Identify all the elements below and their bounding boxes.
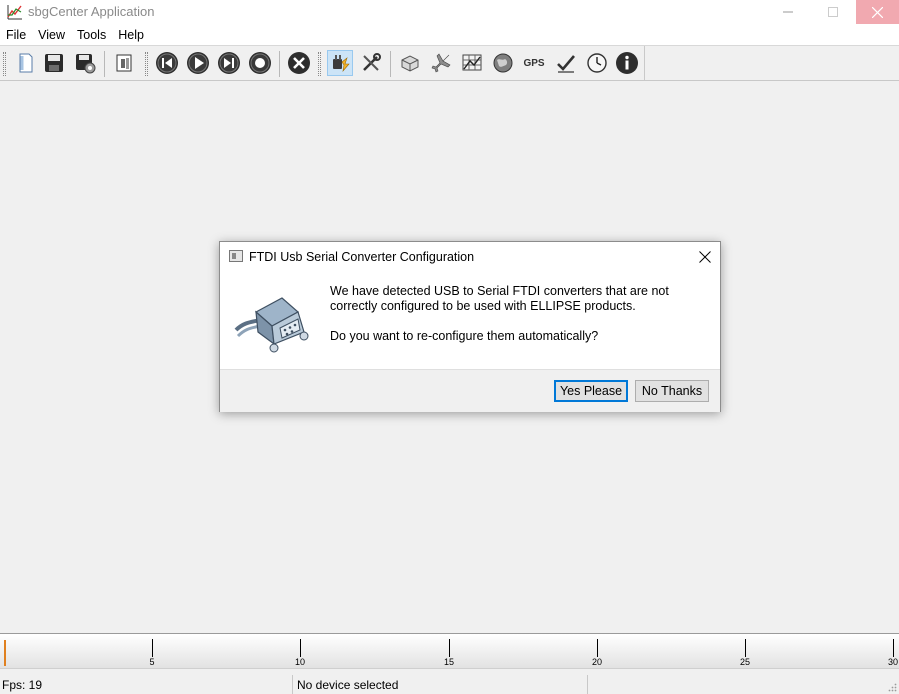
menu-help[interactable]: Help [112, 24, 150, 45]
globe-button[interactable] [490, 50, 516, 76]
dialog-message: We have detected USB to Serial FTDI conv… [330, 284, 669, 313]
globe-icon [493, 53, 513, 73]
no-thanks-button[interactable]: No Thanks [635, 380, 709, 402]
timeline-tick-label: 15 [443, 657, 455, 667]
minimize-icon [782, 11, 793, 13]
connect-plug-icon [333, 55, 350, 73]
device-info-button[interactable] [111, 50, 137, 76]
gps-icon: GPS [523, 57, 545, 69]
close-window-button[interactable] [856, 0, 899, 24]
toolbar: GPS [0, 45, 899, 81]
save-button[interactable] [41, 50, 67, 76]
validate-button[interactable] [553, 50, 579, 76]
timeline-tick [449, 639, 450, 657]
toolbar-separator [390, 51, 391, 77]
timeline-tick [745, 639, 746, 657]
tools-icon [363, 53, 381, 71]
fps-status: Fps: 19 [0, 675, 293, 694]
dialog-app-icon [229, 250, 243, 262]
checkmark-pen-icon [557, 55, 575, 73]
close-icon [699, 251, 711, 263]
timeline-cursor[interactable] [4, 640, 6, 666]
tools-button[interactable] [358, 50, 384, 76]
save-settings-button[interactable] [72, 50, 98, 76]
dialog-close-button[interactable] [694, 247, 716, 267]
close-circle-icon [288, 52, 310, 74]
new-file-icon [19, 53, 33, 73]
close-icon [872, 6, 883, 18]
close-connection-button[interactable] [286, 50, 312, 76]
toolbar-separator [279, 51, 280, 77]
menu-file[interactable]: File [0, 24, 32, 45]
cube-icon [401, 55, 419, 72]
stop-button[interactable] [247, 50, 273, 76]
resize-grip-icon[interactable] [887, 682, 897, 692]
yes-please-button[interactable]: Yes Please [554, 380, 628, 402]
about-button[interactable] [614, 50, 640, 76]
timeline-tick-label: 25 [739, 657, 751, 667]
menu-bar: File View Tools Help [0, 24, 899, 45]
clock-button[interactable] [584, 50, 610, 76]
skip-back-button[interactable] [154, 50, 180, 76]
play-icon [187, 52, 209, 74]
toolbar-grip[interactable] [3, 52, 6, 76]
skip-forward-icon [218, 52, 240, 74]
timeline-tick [300, 639, 301, 657]
timeline-tick [152, 639, 153, 657]
toolbar-separator [104, 51, 105, 77]
airplane-icon [431, 53, 451, 73]
toolbar-grip[interactable] [318, 52, 321, 76]
clock-icon [587, 53, 607, 73]
new-button[interactable] [12, 50, 38, 76]
skip-forward-button[interactable] [216, 50, 242, 76]
grid-map-icon [462, 54, 482, 71]
timeline-tick-label: 10 [294, 657, 306, 667]
map-grid-button[interactable] [459, 50, 485, 76]
save-settings-icon [76, 54, 96, 74]
aircraft-button[interactable] [428, 50, 454, 76]
3d-view-button[interactable] [397, 50, 423, 76]
maximize-icon [827, 7, 838, 17]
timeline-tick [893, 639, 894, 657]
timeline-tick-label: 20 [591, 657, 603, 667]
window-title: sbgCenter Application [28, 4, 155, 19]
device-status: No device selected [294, 675, 588, 694]
dialog-question: Do you want to re-configure them automat… [330, 329, 599, 343]
menu-view[interactable]: View [32, 24, 71, 45]
dialog-title: FTDI Usb Serial Converter Configuration [249, 250, 475, 264]
timeline-ruler[interactable]: 5 10 15 20 25 30 [0, 633, 899, 669]
timeline-tick-label: 30 [887, 657, 899, 667]
gps-button[interactable]: GPS [521, 50, 547, 76]
info-icon [616, 52, 638, 74]
device-info-icon [116, 54, 132, 72]
connect-button[interactable] [327, 50, 353, 76]
skip-back-icon [156, 52, 178, 74]
title-bar: sbgCenter Application [0, 0, 899, 24]
ftdi-config-dialog: FTDI Usb Serial Converter Configuration … [219, 241, 721, 412]
minimize-button[interactable] [765, 0, 810, 24]
toolbar-grip[interactable] [145, 52, 148, 76]
timeline-tick [597, 639, 598, 657]
chart-app-icon [7, 5, 22, 20]
timeline-tick-label: 5 [149, 657, 155, 667]
maximize-button[interactable] [810, 0, 855, 24]
serial-connector-icon [234, 297, 309, 353]
play-button[interactable] [185, 50, 211, 76]
menu-tools[interactable]: Tools [71, 24, 112, 45]
status-bar: Fps: 19 No device selected [0, 675, 899, 694]
save-icon [45, 54, 63, 72]
dialog-button-bar: Yes Please No Thanks [220, 369, 720, 412]
stop-icon [249, 52, 271, 74]
